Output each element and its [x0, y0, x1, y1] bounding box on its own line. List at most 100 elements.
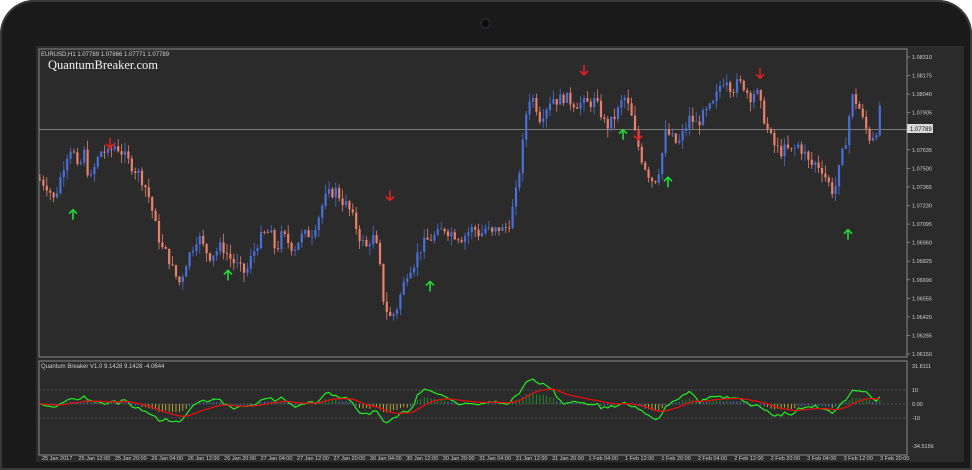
- candle-body: [518, 173, 521, 188]
- candle-body: [616, 107, 620, 120]
- candle-body: [117, 146, 120, 152]
- candle-body: [552, 99, 555, 104]
- candle-body: [559, 94, 562, 105]
- candle-body: [229, 253, 232, 259]
- candle-body: [477, 229, 480, 237]
- price-tick-label: 1.08040: [912, 92, 932, 98]
- candle-body: [756, 90, 759, 94]
- candle-body: [45, 185, 48, 191]
- candle-body: [725, 82, 728, 86]
- current-price-text: 1.07789: [910, 127, 932, 133]
- candle-body: [215, 251, 218, 256]
- candle-body: [528, 101, 531, 115]
- candle-body: [810, 159, 813, 165]
- indicator-title: Quantum Breaker V1.0 9.1428 9.1428 -4.06…: [41, 364, 165, 370]
- candle-body: [599, 100, 603, 118]
- candle-body: [86, 149, 89, 176]
- time-tick-label: 1 Feb 20:00: [661, 456, 690, 462]
- candle-body: [759, 90, 762, 101]
- candle-body: [331, 188, 334, 198]
- candle-body: [780, 146, 783, 157]
- candle-body: [627, 97, 630, 104]
- candle-body: [763, 100, 766, 124]
- candle-body: [130, 158, 133, 172]
- time-tick-label: 25 Jan 2017: [42, 456, 72, 462]
- candle-body: [657, 174, 660, 183]
- time-tick-label: 30 Jan 20:00: [443, 456, 475, 462]
- indicator-level-label: 10: [912, 388, 918, 394]
- candle-body: [307, 230, 310, 237]
- time-tick-label: 27 Jan 12:00: [297, 456, 329, 462]
- candle-body: [484, 228, 487, 233]
- candle-body: [868, 128, 871, 141]
- candle-body: [565, 92, 569, 104]
- time-tick-label: 1 Feb 04:00: [589, 456, 618, 462]
- candle-body: [293, 249, 297, 251]
- candle-body: [344, 201, 348, 206]
- candle-body: [800, 144, 803, 154]
- candle-body: [198, 235, 201, 245]
- candle-body: [678, 140, 681, 143]
- candle-body: [647, 169, 650, 178]
- candle-body: [351, 209, 354, 213]
- candle-body: [844, 145, 847, 149]
- price-tick-label: 1.06150: [912, 352, 932, 358]
- price-chart[interactable]: EURUSD,H1 1.07789 1.07866 1.07771 1.0778…: [36, 46, 964, 462]
- time-tick-label: 30 Jan 04:00: [370, 456, 402, 462]
- candle-body: [861, 108, 864, 117]
- candle-body: [504, 227, 507, 228]
- candle-body: [579, 102, 582, 109]
- candle-body: [460, 240, 463, 243]
- candle-body: [606, 119, 609, 129]
- candle-body: [531, 97, 535, 102]
- candle-body: [644, 162, 647, 170]
- candle-body: [168, 248, 171, 265]
- candle-body: [327, 188, 331, 194]
- candle-body: [100, 151, 103, 157]
- candle-body: [212, 255, 215, 261]
- candle-body: [317, 217, 320, 231]
- candle-body: [287, 233, 290, 243]
- candle-body: [831, 182, 834, 195]
- candle-body: [96, 156, 99, 167]
- candle-body: [151, 197, 154, 211]
- candle-body: [392, 313, 395, 316]
- price-tick-label: 1.06690: [912, 278, 932, 284]
- candle-body: [436, 229, 439, 235]
- candle-body: [729, 82, 732, 92]
- candle-body: [603, 117, 606, 120]
- candle-body: [494, 227, 497, 232]
- candle-body: [89, 174, 93, 176]
- trading-terminal-screen: EURUSD,H1 1.07789 1.07866 1.07771 1.0778…: [36, 46, 964, 462]
- candle-body: [266, 232, 269, 234]
- candle-body: [174, 265, 178, 277]
- candle-body: [661, 152, 664, 175]
- candle-body: [735, 79, 739, 93]
- candle-body: [110, 149, 113, 150]
- candle-body: [664, 129, 667, 153]
- time-tick-label: 2 Feb 20:00: [771, 456, 800, 462]
- candle-body: [280, 231, 283, 250]
- candle-body: [576, 107, 579, 109]
- candle-body: [848, 116, 851, 146]
- candle-body: [688, 115, 691, 129]
- candle-body: [358, 229, 361, 242]
- watermark-label: QuantumBreaker.com: [48, 58, 158, 72]
- candle-body: [290, 242, 293, 251]
- candle-body: [654, 181, 657, 183]
- candle-body: [820, 167, 824, 174]
- candle-body: [334, 187, 337, 198]
- candle-body: [514, 187, 518, 207]
- candle-body: [361, 239, 365, 242]
- candle-body: [613, 116, 616, 120]
- candle-body: [797, 144, 800, 148]
- candle-body: [225, 253, 229, 254]
- candle-body: [508, 227, 511, 229]
- price-tick-label: 1.06825: [912, 259, 932, 265]
- time-tick-label: 1 Feb 12:00: [625, 456, 654, 462]
- candle-body: [746, 90, 749, 93]
- candle-body: [154, 210, 157, 222]
- candle-body: [766, 123, 769, 129]
- candle-body: [348, 201, 351, 210]
- candle-body: [378, 242, 382, 264]
